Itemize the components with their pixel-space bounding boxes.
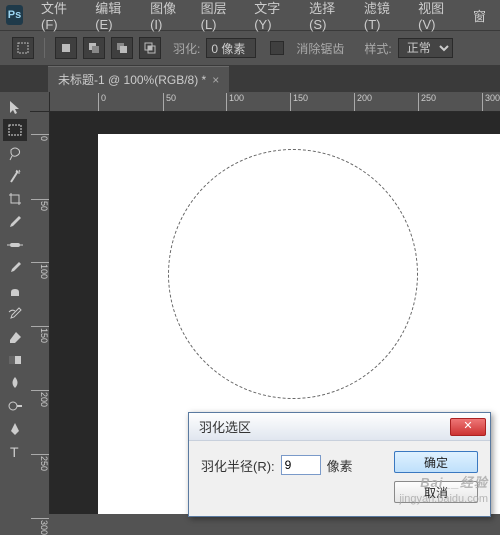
dialog-titlebar[interactable]: 羽化选区 ✕: [189, 413, 490, 441]
ruler-origin[interactable]: [30, 92, 50, 112]
feather-label: 羽化:: [173, 40, 200, 57]
healing-brush-tool[interactable]: [3, 234, 27, 256]
marquee-selection: [168, 149, 418, 399]
selection-mode-intersect[interactable]: [139, 37, 161, 59]
feather-radius-input[interactable]: [281, 455, 321, 475]
move-tool[interactable]: [3, 96, 27, 118]
app-logo: Ps: [6, 5, 23, 25]
type-tool[interactable]: T: [3, 441, 27, 463]
antialias-label: 消除锯齿: [296, 40, 344, 57]
document-tab[interactable]: 未标题-1 @ 100%(RGB/8) * ×: [48, 66, 229, 92]
style-select[interactable]: 正常: [398, 38, 453, 58]
crop-tool[interactable]: [3, 188, 27, 210]
cancel-button[interactable]: 取消: [394, 481, 478, 503]
feather-input[interactable]: [206, 38, 256, 58]
feather-radius-label: 羽化半径(R):: [201, 456, 275, 475]
feather-radius-unit: 像素: [327, 456, 353, 475]
menu-filter[interactable]: 滤镜(T): [356, 0, 408, 36]
feather-selection-dialog: 羽化选区 ✕ 羽化半径(R): 像素 确定 取消: [188, 412, 491, 517]
tools-panel: T: [0, 92, 30, 514]
brush-tool[interactable]: [3, 257, 27, 279]
dialog-title: 羽化选区: [199, 417, 450, 436]
menu-select[interactable]: 选择(S): [301, 0, 354, 36]
tool-preset-picker[interactable]: [12, 37, 34, 59]
history-brush-tool[interactable]: [3, 303, 27, 325]
menu-window[interactable]: 窗: [465, 2, 494, 29]
dialog-body: 羽化半径(R): 像素 确定 取消: [189, 441, 490, 516]
eraser-tool[interactable]: [3, 326, 27, 348]
blur-tool[interactable]: [3, 372, 27, 394]
menu-view[interactable]: 视图(V): [410, 0, 463, 36]
style-label: 样式:: [364, 40, 391, 57]
vertical-ruler[interactable]: 050100150200250300: [30, 112, 50, 514]
separator: [44, 38, 45, 58]
document-tab-close-icon[interactable]: ×: [212, 73, 219, 87]
clone-stamp-tool[interactable]: [3, 280, 27, 302]
rectangular-marquee-tool[interactable]: [3, 119, 27, 141]
menu-file[interactable]: 文件(F): [33, 0, 85, 36]
menu-layer[interactable]: 图层(L): [193, 0, 245, 36]
ok-button[interactable]: 确定: [394, 451, 478, 473]
magic-wand-tool[interactable]: [3, 165, 27, 187]
selection-mode-new[interactable]: [55, 37, 77, 59]
menu-bar: Ps 文件(F) 编辑(E) 图像(I) 图层(L) 文字(Y) 选择(S) 滤…: [0, 0, 500, 30]
lasso-tool[interactable]: [3, 142, 27, 164]
workspace: T 050100150200250300 050100150200250300 …: [0, 92, 500, 514]
antialias-checkbox[interactable]: [270, 41, 284, 55]
selection-mode-subtract[interactable]: [111, 37, 133, 59]
menu-edit[interactable]: 编辑(E): [87, 0, 140, 36]
dodge-tool[interactable]: [3, 395, 27, 417]
eyedropper-tool[interactable]: [3, 211, 27, 233]
svg-text:T: T: [10, 444, 19, 460]
selection-mode-add[interactable]: [83, 37, 105, 59]
dialog-close-button[interactable]: ✕: [450, 418, 486, 436]
gradient-tool[interactable]: [3, 349, 27, 371]
pen-tool[interactable]: [3, 418, 27, 440]
menu-type[interactable]: 文字(Y): [246, 0, 299, 36]
horizontal-ruler[interactable]: 050100150200250300: [50, 92, 500, 112]
document-tab-title: 未标题-1 @ 100%(RGB/8) *: [58, 71, 206, 88]
document-tab-bar: ▸▸ 未标题-1 @ 100%(RGB/8) * ×: [0, 66, 500, 92]
menu-image[interactable]: 图像(I): [142, 0, 191, 36]
